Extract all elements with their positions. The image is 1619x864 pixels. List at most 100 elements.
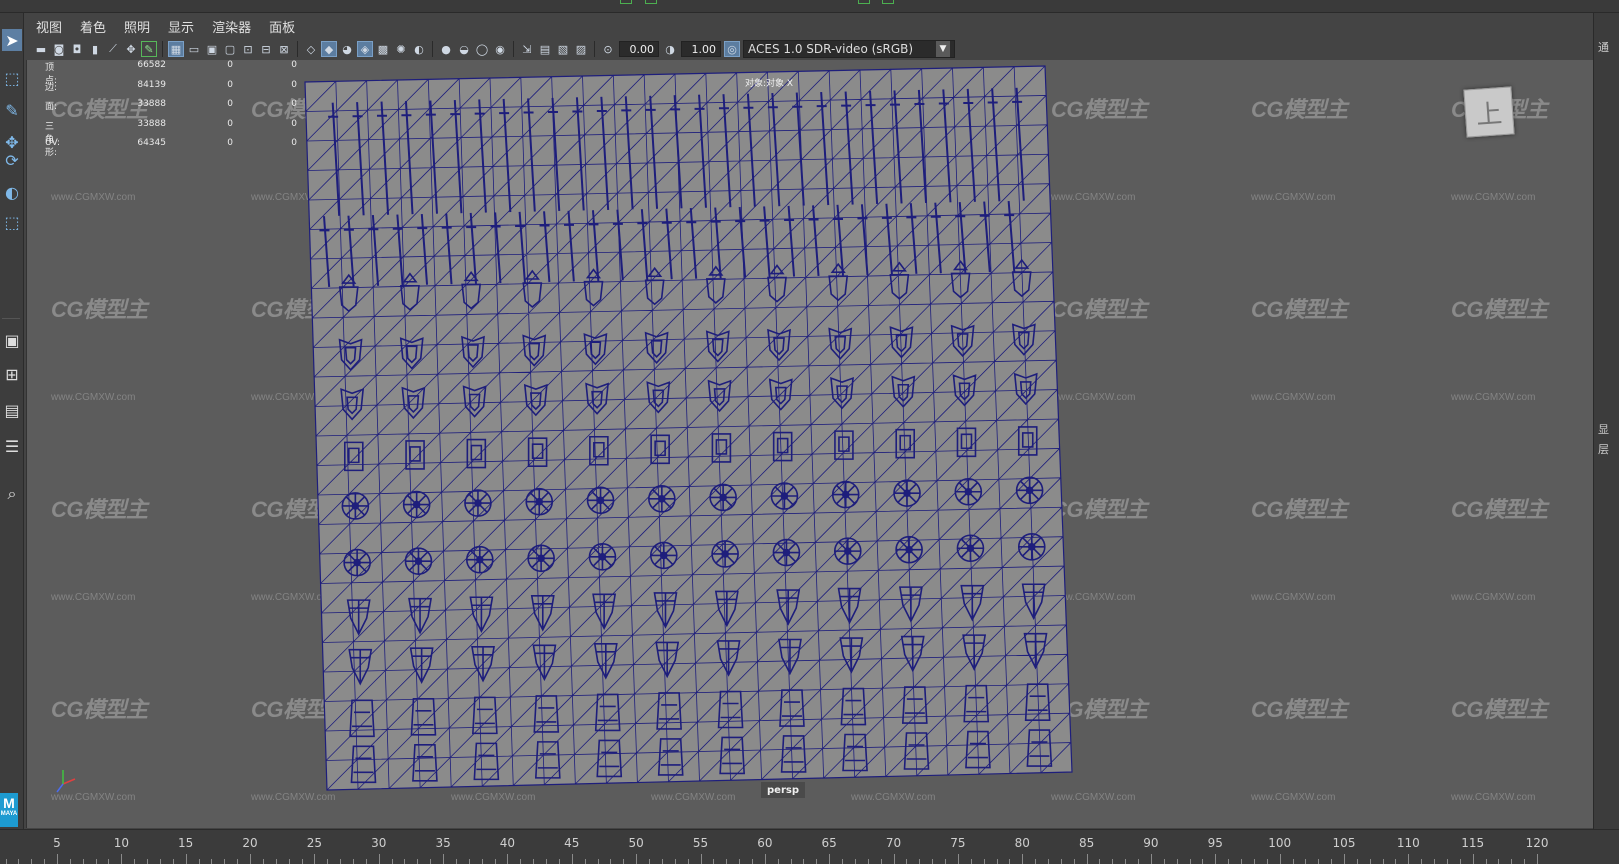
rotate-tool-icon[interactable]: ⟳ [2, 149, 22, 171]
camera-attributes-icon[interactable]: ◙ [52, 42, 66, 56]
viewport-persp[interactable]: CG模型主 www.CGMXW.com CG模型主 www.CGMXW.com CG模型… [26, 60, 1593, 828]
xray-icon[interactable]: ▤ [538, 42, 552, 56]
single-pane-layout-icon[interactable]: ▣ [2, 329, 22, 351]
gamma-icon[interactable]: ◑ [663, 42, 677, 56]
zoom-icon[interactable]: ⌕ [2, 483, 22, 505]
paint-select-icon[interactable]: ✎ [2, 99, 22, 121]
grid-icon[interactable]: ▦ [168, 41, 184, 57]
display-tab[interactable]: 显 [1598, 421, 1609, 437]
shield-mesh [1011, 323, 1036, 356]
time-slider[interactable]: 5 10 15 20 25 30 35 40 45 50 55 60 65 70 75 80 85 90 95 100… [0, 829, 1619, 864]
view-cube[interactable]: 上 [1463, 86, 1515, 138]
image-plane-icon[interactable]: ▮ [88, 42, 102, 56]
menu-show[interactable]: 显示 [168, 17, 194, 36]
wheel-mesh [404, 547, 433, 575]
wireframe-on-shaded-icon[interactable]: ◈ [357, 41, 373, 57]
exposure-icon[interactable]: ⊙ [601, 42, 615, 56]
anti-aliasing-icon[interactable]: ◯ [475, 42, 489, 56]
watermark-logo: CG模型主 [1051, 497, 1148, 522]
safe-action-icon[interactable]: ⊟ [259, 42, 273, 56]
timeline-frame-label: 110 [1396, 836, 1420, 850]
kite-mesh [962, 634, 987, 671]
menu-lighting[interactable]: 照明 [124, 17, 150, 36]
tower-mesh [780, 735, 807, 773]
tower-mesh [472, 696, 498, 735]
menu-view[interactable]: 视图 [36, 17, 62, 36]
gate-mesh [956, 427, 977, 458]
color-management-icon[interactable]: ◎ [724, 41, 740, 57]
gamma-field[interactable]: 1.00 [681, 41, 721, 57]
timeline-frame-label: 10 [113, 836, 129, 850]
wheel-mesh [343, 548, 371, 577]
ornament-row-gate [343, 426, 1038, 472]
grease-pencil-icon[interactable]: ✥ [124, 42, 138, 56]
tower-mesh [410, 698, 437, 736]
use-all-lights-icon[interactable]: ✺ [394, 42, 408, 56]
kite-mesh [592, 593, 617, 631]
channel-box-tab[interactable]: 通 [1598, 39, 1609, 55]
exposure-field[interactable]: 0.00 [619, 41, 659, 57]
outliner-layout-icon[interactable]: ☰ [2, 435, 22, 457]
watermark-logo: CG模型主 [1451, 697, 1548, 722]
timeline-frame-label: 55 [692, 836, 709, 850]
depth-of-field-icon[interactable]: ◉ [493, 42, 507, 56]
layer-tab[interactable]: 层 [1598, 441, 1609, 457]
timeline-frame-label: 35 [435, 836, 451, 850]
four-pane-layout-icon[interactable]: ⊞ [2, 363, 22, 385]
timeline-tick [95, 859, 97, 864]
gate-mask-icon[interactable]: ▢ [223, 42, 237, 56]
last-tool-icon[interactable]: ⬚ [2, 211, 22, 233]
timeline-frame-label: 115 [1461, 836, 1485, 850]
select-tool-icon[interactable]: ➤ [2, 29, 22, 51]
menu-renderer[interactable]: 渲染器 [212, 17, 251, 36]
timeline-tick [1395, 859, 1397, 864]
timeline-tick [494, 859, 496, 864]
isolate-select-icon[interactable]: ⇲ [520, 42, 534, 56]
watermark-url: www.CGMXW.com [851, 592, 936, 603]
safe-title-icon[interactable]: ⊠ [277, 42, 291, 56]
timeline-tick [1356, 859, 1358, 864]
watermark-url: www.CGMXW.com [651, 192, 736, 203]
screen-space-ao-icon[interactable]: ● [439, 42, 453, 56]
smooth-shade-icon[interactable]: ◆ [321, 41, 337, 57]
textured-icon[interactable]: ▩ [376, 42, 390, 56]
watermark-url: www.CGMXW.com [1051, 392, 1136, 403]
timeline-frame-label: 5 [53, 836, 61, 850]
xray-components-icon[interactable]: ▨ [574, 42, 588, 56]
ornament-row-wheel [341, 476, 1044, 520]
timeline-tick [468, 859, 470, 864]
bookmark-icon[interactable]: ◘ [70, 42, 84, 56]
resolution-gate-icon[interactable]: ▣ [205, 42, 219, 56]
select-camera-icon[interactable]: ▬ [34, 42, 48, 56]
field-chart-icon[interactable]: ⊡ [241, 42, 255, 56]
wireframe-icon[interactable]: ◇ [304, 42, 318, 56]
timeline-tick [18, 859, 20, 864]
crest-mesh [891, 375, 916, 408]
timeline-tick [1060, 859, 1062, 864]
timeline-tick [932, 859, 934, 864]
uv-edit-icon[interactable]: ✎ [141, 41, 157, 57]
watermark-url: www.CGMXW.com [651, 592, 736, 603]
watermark-url: www.CGMXW.com [651, 792, 736, 803]
scale-tool-icon[interactable]: ◐ [2, 181, 22, 203]
watermark-logo: CG模型主 [1451, 297, 1548, 322]
watermark-logo: CG模型主 [451, 297, 548, 322]
xray-joints-icon[interactable]: ▧ [556, 42, 570, 56]
default-material-icon[interactable]: ◕ [340, 42, 354, 56]
watermark-logo: CG模型主 [1251, 697, 1348, 722]
timeline-tick [880, 859, 882, 864]
menu-shading[interactable]: 着色 [80, 17, 106, 36]
color-space-dropdown[interactable]: ACES 1.0 SDR-video (sRGB) ▼ [743, 40, 955, 58]
film-gate-icon[interactable]: ▭ [187, 42, 201, 56]
two-d-pan-icon[interactable]: ⟋ [106, 42, 120, 56]
motion-blur-icon[interactable]: ◒ [457, 42, 471, 56]
lamp-mesh [950, 260, 971, 299]
tower-mesh [1024, 683, 1051, 721]
watermark-logo: CG模型主 [651, 497, 748, 522]
timeline-tick [327, 859, 329, 864]
shadows-icon[interactable]: ◐ [412, 42, 426, 56]
side-by-side-layout-icon[interactable]: ▤ [2, 399, 22, 421]
menu-panels[interactable]: 面板 [269, 17, 295, 36]
lasso-tool-icon[interactable]: ⬚ [2, 67, 22, 89]
lamp-mesh [400, 272, 420, 311]
